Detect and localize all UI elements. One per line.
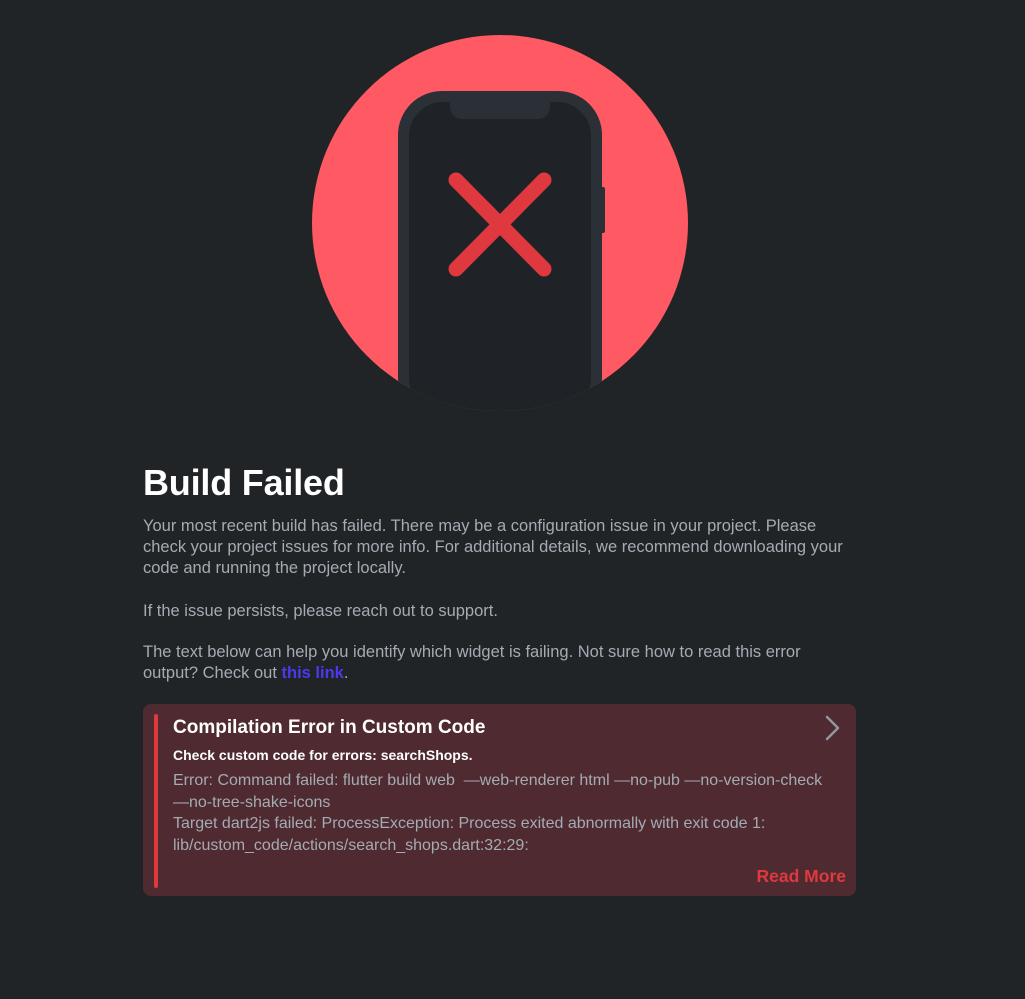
phone-screen xyxy=(409,102,591,411)
error-card-body: Compilation Error in Custom Code Check c… xyxy=(173,716,823,856)
error-help-suffix: . xyxy=(343,664,349,682)
error-subtitle: Check custom code for errors: searchShop… xyxy=(173,747,473,763)
error-accent-bar xyxy=(154,714,158,888)
error-card[interactable]: Compilation Error in Custom Code Check c… xyxy=(143,704,856,896)
phone-notch xyxy=(450,91,550,119)
build-failed-page: Build Failed Your most recent build has … xyxy=(0,0,1025,999)
phone-error-icon xyxy=(312,35,688,411)
error-detail-line-2: Target dart2js failed: ProcessException:… xyxy=(173,815,770,854)
error-detail-line-1: Error: Command failed: flutter build web… xyxy=(173,772,827,811)
error-help-message: The text below can help you identify whi… xyxy=(143,642,856,684)
phone-side-button xyxy=(600,187,605,233)
support-message: If the issue persists, please reach out … xyxy=(143,602,498,620)
error-title: Compilation Error in Custom Code xyxy=(173,717,486,738)
chevron-right-icon[interactable] xyxy=(822,714,842,742)
read-more-link[interactable]: Read More xyxy=(757,866,846,887)
build-failed-description: Your most recent build has failed. There… xyxy=(143,517,843,577)
help-link[interactable]: this link xyxy=(282,664,344,682)
error-detail: Error: Command failed: flutter build web… xyxy=(173,770,823,856)
page-title: Build Failed xyxy=(143,462,345,503)
main-content: Build Failed Your most recent build has … xyxy=(143,462,856,896)
error-help-text: The text below can help you identify whi… xyxy=(143,643,801,682)
